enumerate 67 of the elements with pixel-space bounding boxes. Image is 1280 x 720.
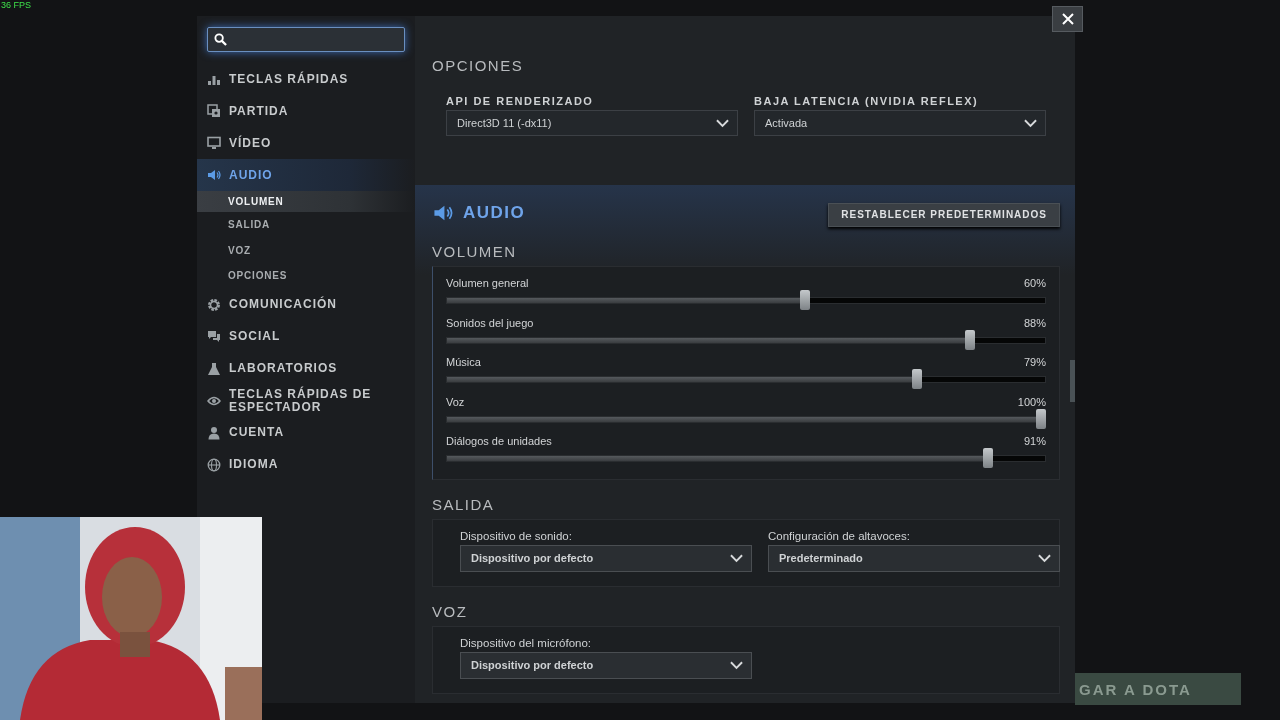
section-heading: VOLUMEN — [432, 243, 518, 260]
chevron-down-icon — [1038, 553, 1051, 563]
section-heading: VOZ — [432, 602, 469, 620]
dropdown[interactable]: Dispositivo por defecto — [460, 651, 752, 679]
nav-subitem[interactable]: VOZ — [197, 237, 415, 263]
dropdown[interactable]: Predeterminado — [768, 544, 1060, 572]
section-heading: SALIDA — [432, 495, 496, 513]
search-field[interactable] — [207, 27, 405, 52]
slider-label: Volumen general — [446, 277, 529, 289]
slider-label: Voz — [446, 395, 465, 408]
close-icon — [1061, 13, 1074, 25]
flask-icon — [207, 361, 221, 376]
nav-item[interactable]: TECLAS RÁPIDAS — [197, 63, 415, 95]
section-title: AUDIO — [463, 203, 526, 223]
field-label: BAJA LATENCIA (NVIDIA REFLEX) — [754, 95, 980, 107]
nav-item[interactable]: IDIOMA — [197, 448, 415, 481]
field-label: Configuración de altavoces: — [768, 529, 911, 542]
dropdown[interactable]: Dispositivo por defecto — [460, 544, 752, 572]
slider-thumb[interactable] — [965, 329, 976, 350]
field-label: Dispositivo del micrófono: — [460, 636, 593, 649]
nav-subitem[interactable]: OPCIONES — [197, 263, 415, 289]
user-icon — [207, 425, 221, 440]
search-icon — [214, 33, 227, 46]
chat-icon — [207, 329, 221, 344]
slider-thumb[interactable] — [1036, 408, 1046, 429]
gear-icon — [207, 297, 221, 312]
field-label: API DE RENDERIZADO — [446, 95, 595, 107]
nav-item[interactable]: PARTIDA — [197, 95, 415, 127]
nav-item[interactable]: COMUNICACIÓN — [197, 288, 415, 321]
slider-label: Música — [446, 356, 481, 368]
chevron-down-icon — [730, 553, 743, 563]
slider-label: Diálogos de unidades — [446, 435, 552, 447]
globe-icon — [207, 457, 221, 472]
chevron-down-icon — [716, 118, 729, 128]
slider-label: Sonidos del juego — [446, 316, 534, 329]
section-heading: OPCIONES — [432, 57, 525, 74]
nav-item[interactable]: VÍDEO — [197, 127, 415, 159]
slider-value: 91% — [1023, 435, 1046, 447]
slider-thumb[interactable] — [800, 290, 810, 310]
field-label: Dispositivo de sonido: — [460, 529, 573, 542]
volume-slider[interactable] — [446, 329, 1046, 350]
fps-counter: 36 FPS — [1, 0, 31, 10]
slider-value: 60% — [1023, 277, 1046, 289]
close-button[interactable] — [1052, 6, 1083, 32]
nav-item[interactable]: LABORATORIOS — [197, 352, 415, 385]
chevron-down-icon — [1024, 118, 1037, 128]
volume-slider[interactable] — [446, 369, 1046, 389]
window-gear-icon — [207, 104, 221, 118]
nav-item[interactable]: SOCIAL — [197, 320, 415, 353]
nav-item[interactable]: CUENTA — [197, 416, 415, 449]
slider-thumb[interactable] — [982, 448, 993, 468]
slider-thumb[interactable] — [912, 369, 923, 389]
reset-defaults-button[interactable]: RESTABLECER PREDETERMINADOS — [828, 202, 1060, 227]
slider-value: 79% — [1023, 356, 1046, 368]
dropdown[interactable]: Activada — [754, 110, 1046, 136]
chevron-down-icon — [730, 660, 743, 670]
scrollbar[interactable] — [1070, 360, 1075, 402]
dropdown[interactable]: Direct3D 11 (-dx11) — [446, 110, 738, 136]
monitor-icon — [207, 136, 221, 150]
slider-value: 100% — [1017, 395, 1046, 408]
volume-slider[interactable] — [446, 448, 1046, 468]
volume-slider[interactable] — [446, 290, 1046, 310]
volume-slider[interactable] — [446, 408, 1046, 429]
slider-value: 88% — [1023, 316, 1046, 329]
nav-item[interactable]: TECLAS RÁPIDAS DE ESPECTADOR — [197, 384, 415, 417]
nav-subitem[interactable]: SALIDA — [197, 212, 415, 238]
speaker-icon — [207, 168, 221, 182]
